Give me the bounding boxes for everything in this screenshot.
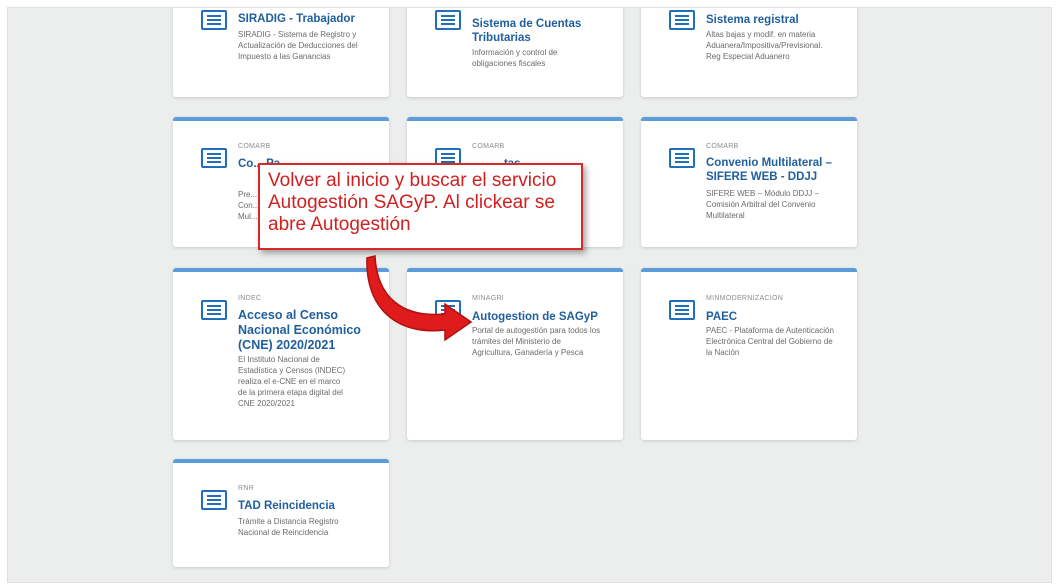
list-icon [669,10,695,30]
list-icon [669,300,695,320]
card-title[interactable]: SIRADIG - Trabajador [238,12,375,26]
curved-arrow-icon [366,255,473,342]
card-description: El Instituto Nacional de Estadística y C… [238,355,346,408]
card-description: PAEC - Plataforma de Autenticación Elect… [706,326,834,357]
card-title[interactable]: Sistema de Cuentas Tributarias [472,17,609,45]
card-description: Portal de autogestión para todos los trá… [472,326,601,357]
list-icon [201,300,227,320]
service-card-tad-reincidencia[interactable]: RNR TAD Reincidencia Trámite a Distancia… [173,459,389,567]
service-card-sistema-registral[interactable]: Sistema registral Altas bajas y modif. e… [641,8,857,97]
services-page: SIRADIG - Trabajador SIRADIG - Sistema d… [7,7,1052,583]
list-icon [201,10,227,30]
card-description: Trámite a Distancia Registro Nacional de… [238,517,339,537]
card-organization: INDEC [238,295,262,302]
list-icon [669,148,695,168]
card-organization: COMARB [238,143,271,150]
card-title[interactable]: Acceso al Censo Nacional Económico (CNE)… [238,308,375,353]
service-card-cuentas-tributarias[interactable]: Sistema de Cuentas Tributarias Informaci… [407,8,623,97]
card-title[interactable]: Convenio Multilateral – SIFERE WEB - DDJ… [706,156,843,184]
service-card-siradig[interactable]: SIRADIG - Trabajador SIRADIG - Sistema d… [173,8,389,97]
card-description: SIFERE WEB – Módulo DDJJ – Comisión Arbi… [706,189,819,220]
list-icon [201,148,227,168]
card-description: Información y control de obligaciones fi… [472,48,558,68]
service-card-censo-cne[interactable]: INDEC Acceso al Censo Nacional Económico… [173,268,389,440]
card-organization: COMARB [472,143,505,150]
card-title[interactable]: Sistema registral [706,13,843,27]
card-title[interactable]: PAEC [706,310,843,324]
card-description: SIRADIG - Sistema de Registro y Actualiz… [238,30,358,61]
card-title[interactable]: Autogestion de SAGyP [472,310,609,324]
card-organization: MINMODERNIZACION [706,295,784,302]
card-organization: COMARB [706,143,739,150]
card-organization: RNR [238,485,255,492]
callout-text: Volver al inicio y buscar el servicio Au… [268,170,557,235]
instruction-callout: Volver al inicio y buscar el servicio Au… [258,163,583,250]
card-title[interactable]: TAD Reincidencia [238,499,375,513]
card-description: Altas bajas y modif. en materia Aduanera… [706,30,823,61]
card-description: Pre... Con... Mul... [238,190,260,221]
list-icon [435,10,461,30]
service-card-paec[interactable]: MINMODERNIZACION PAEC PAEC - Plataforma … [641,268,857,440]
service-card-sifere-web[interactable]: COMARB Convenio Multilateral – SIFERE WE… [641,117,857,247]
list-icon [201,490,227,510]
